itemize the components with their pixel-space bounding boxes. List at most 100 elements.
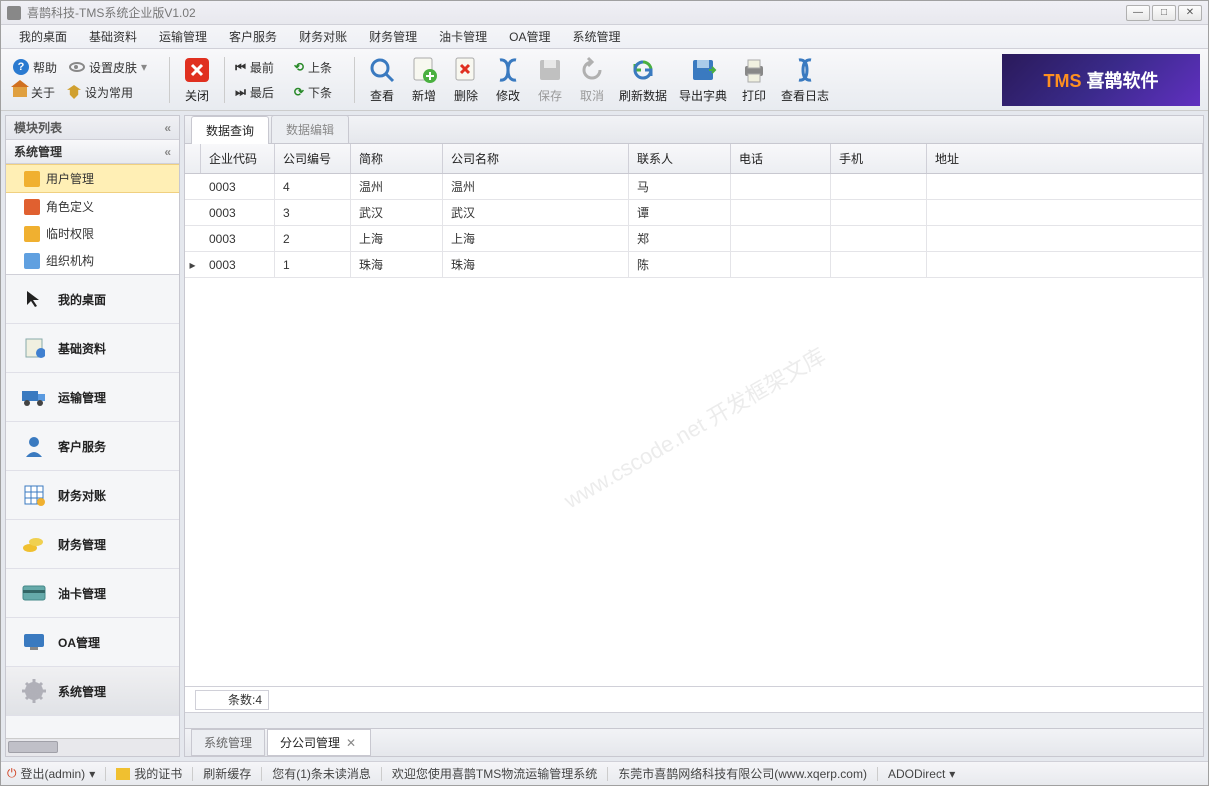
set-default-button[interactable]: 设为常用 xyxy=(63,82,137,103)
gear-icon xyxy=(20,679,48,703)
menu-desktop[interactable]: 我的桌面 xyxy=(9,25,77,48)
refresh-icon xyxy=(628,55,658,85)
truck-icon xyxy=(20,385,48,409)
col-short[interactable]: 简称 xyxy=(351,144,443,173)
user-icon xyxy=(24,171,40,187)
nav-system[interactable]: 系统管理 xyxy=(6,667,179,716)
cursor-icon xyxy=(20,287,48,311)
cert-icon xyxy=(116,768,130,780)
monitor-icon xyxy=(20,630,48,654)
nav-fuel[interactable]: 油卡管理 xyxy=(6,569,179,618)
unread-msg[interactable]: 您有(1)条未读消息 xyxy=(272,765,371,782)
next-button[interactable]: ⟳下条 xyxy=(290,82,336,103)
home-icon xyxy=(13,87,27,97)
nav-customer[interactable]: 客户服务 xyxy=(6,422,179,471)
view-button[interactable]: 查看 xyxy=(361,53,403,106)
eye-icon xyxy=(69,62,85,72)
sidebar-scrollbar[interactable] xyxy=(6,738,179,756)
delete-icon xyxy=(451,55,481,85)
coins-icon xyxy=(20,532,48,556)
add-icon xyxy=(409,55,439,85)
nav-transport[interactable]: 运输管理 xyxy=(6,373,179,422)
close-icon xyxy=(182,55,212,85)
about-button[interactable]: 关于 xyxy=(9,82,59,103)
conn-mode[interactable]: ADODirect▾ xyxy=(888,767,955,781)
sidebar-section-header[interactable]: 系统管理« xyxy=(6,140,179,164)
menu-oa[interactable]: OA管理 xyxy=(499,25,560,48)
cancel-button[interactable]: 取消 xyxy=(571,53,613,106)
col-mobile[interactable]: 手机 xyxy=(831,144,927,173)
delete-button[interactable]: 删除 xyxy=(445,53,487,106)
sidebar-item-user-mgmt[interactable]: 用户管理 xyxy=(6,164,179,193)
edit-button[interactable]: 修改 xyxy=(487,53,529,106)
btab-branch[interactable]: 分公司管理✕ xyxy=(267,729,371,756)
app-icon xyxy=(7,6,21,20)
tab-edit[interactable]: 数据编辑 xyxy=(271,115,349,143)
titlebar: 喜鹊科技-TMS系统企业版V1.02 — □ ✕ xyxy=(1,1,1208,25)
nav-oa[interactable]: OA管理 xyxy=(6,618,179,667)
grid-hscroll[interactable] xyxy=(185,712,1203,728)
row-count: 条数:4 xyxy=(195,690,269,710)
cert-button[interactable]: 我的证书 xyxy=(116,765,182,782)
logout-button[interactable]: ⏻登出(admin)▾ xyxy=(7,765,95,782)
data-grid: 企业代码 公司编号 简称 公司名称 联系人 电话 手机 地址 00034 温州温… xyxy=(185,144,1203,728)
content-tabs: 数据查询 数据编辑 xyxy=(185,116,1203,144)
collapse-icon[interactable]: « xyxy=(164,121,171,135)
person-icon xyxy=(20,434,48,458)
sidebar-item-role[interactable]: 角色定义 xyxy=(6,193,179,220)
menu-basic[interactable]: 基础资料 xyxy=(79,25,147,48)
menu-recon[interactable]: 财务对账 xyxy=(289,25,357,48)
sidebar-item-org[interactable]: 组织机构 xyxy=(6,247,179,274)
table-row[interactable]: 00032 上海上海 郑 xyxy=(185,226,1203,252)
btab-system[interactable]: 系统管理 xyxy=(191,729,265,756)
close-tab-icon[interactable]: ✕ xyxy=(344,736,358,750)
first-button[interactable]: ⏮最前 xyxy=(231,57,278,78)
card-icon xyxy=(20,581,48,605)
add-button[interactable]: 新增 xyxy=(403,53,445,106)
nav-basic[interactable]: 基础资料 xyxy=(6,324,179,373)
welcome-text: 欢迎您使用喜鹊TMS物流运输管理系统 xyxy=(392,765,597,782)
menu-finance[interactable]: 财务管理 xyxy=(359,25,427,48)
col-contact[interactable]: 联系人 xyxy=(629,144,731,173)
save-button[interactable]: 保存 xyxy=(529,53,571,106)
table-row[interactable]: ▸ 00031 珠海珠海 陈 xyxy=(185,252,1203,278)
chevron-left-icon: « xyxy=(164,145,171,159)
statusbar: ⏻登出(admin)▾ 我的证书 刷新缓存 您有(1)条未读消息 欢迎您使用喜鹊… xyxy=(1,761,1208,785)
refresh-cache-button[interactable]: 刷新缓存 xyxy=(203,765,251,782)
minimize-button[interactable]: — xyxy=(1126,5,1150,21)
col-name[interactable]: 公司名称 xyxy=(443,144,629,173)
sidebar-item-temp-perm[interactable]: 临时权限 xyxy=(6,220,179,247)
table-row[interactable]: 00034 温州温州 马 xyxy=(185,174,1203,200)
last-button[interactable]: ⏭最后 xyxy=(231,82,278,103)
save-icon xyxy=(535,55,565,85)
menu-fuel[interactable]: 油卡管理 xyxy=(429,25,497,48)
refresh-button[interactable]: 刷新数据 xyxy=(613,53,673,106)
col-tel[interactable]: 电话 xyxy=(731,144,831,173)
export-button[interactable]: 导出字典 xyxy=(673,53,733,106)
prev-button[interactable]: ⟲上条 xyxy=(290,57,336,78)
first-icon: ⏮ xyxy=(235,60,246,75)
nav-finance[interactable]: 财务管理 xyxy=(6,520,179,569)
tab-query[interactable]: 数据查询 xyxy=(191,116,269,144)
close-button[interactable]: 关闭 xyxy=(176,53,218,106)
nav-recon[interactable]: 财务对账 xyxy=(6,471,179,520)
window-title: 喜鹊科技-TMS系统企业版V1.02 xyxy=(27,4,1126,21)
table-icon xyxy=(20,483,48,507)
log-button[interactable]: 查看日志 xyxy=(775,53,835,106)
org-icon xyxy=(24,253,40,269)
col-no[interactable]: 公司编号 xyxy=(275,144,351,173)
menu-customer[interactable]: 客户服务 xyxy=(219,25,287,48)
col-addr[interactable]: 地址 xyxy=(927,144,1203,173)
maximize-button[interactable]: □ xyxy=(1152,5,1176,21)
table-row[interactable]: 00033 武汉武汉 谭 xyxy=(185,200,1203,226)
chevron-down-icon: ▾ xyxy=(89,767,95,781)
menu-transport[interactable]: 运输管理 xyxy=(149,25,217,48)
nav-desktop[interactable]: 我的桌面 xyxy=(6,275,179,324)
help-button[interactable]: ?帮助 xyxy=(9,57,61,78)
print-button[interactable]: 打印 xyxy=(733,53,775,106)
skin-button[interactable]: 设置皮肤▾ xyxy=(65,57,151,78)
menu-system[interactable]: 系统管理 xyxy=(562,25,630,48)
logout-icon: ⏻ xyxy=(7,766,17,781)
col-code[interactable]: 企业代码 xyxy=(201,144,275,173)
close-window-button[interactable]: ✕ xyxy=(1178,5,1202,21)
